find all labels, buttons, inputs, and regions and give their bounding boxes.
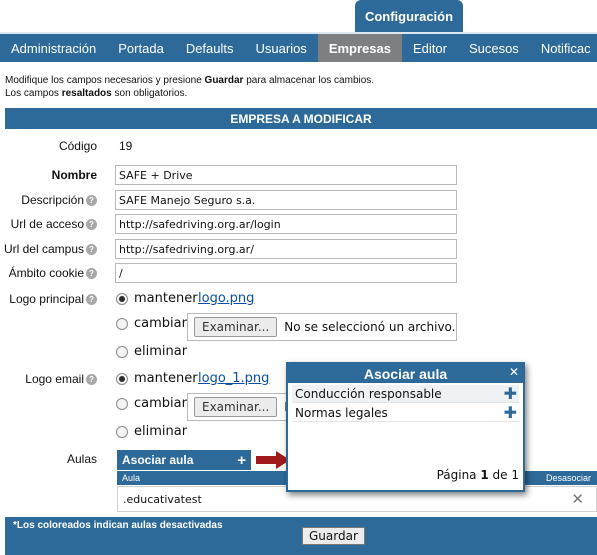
popup-item-label: Conducción responsable <box>295 386 442 401</box>
nav-item-administracion[interactable]: Administración <box>0 34 107 62</box>
logo-principal-row: Logo principal? mantener logo.png <box>0 288 597 310</box>
url-acceso-label: Url de acceso <box>10 217 84 231</box>
nombre-row: Nombre <box>0 164 597 186</box>
logo-email-cambiar-radio[interactable] <box>116 398 128 410</box>
cambiar-label: cambiar <box>134 396 187 411</box>
url-campus-label: Url del campus <box>3 242 84 256</box>
help-icon[interactable]: ? <box>86 194 97 206</box>
arrow-icon <box>256 451 290 469</box>
logo-principal-eliminar-row: eliminar <box>0 341 597 363</box>
remove-icon[interactable]: ✕ <box>571 490 584 508</box>
logo-principal-label: Logo principal <box>9 292 84 306</box>
section-title: EMPRESA A MODIFICAR <box>5 108 597 129</box>
help-icon[interactable]: ? <box>86 218 97 230</box>
asociar-aula-button[interactable]: Asociar aula + <box>117 450 251 470</box>
nombre-input[interactable] <box>115 165 457 185</box>
configuracion-tab[interactable]: Configuración <box>355 0 463 32</box>
mantener-label: mantener <box>134 291 198 306</box>
instructions-bold: resaltados <box>61 88 112 99</box>
asociar-aula-popup: Asociar aula ✕ Conducción responsable ✚ … <box>286 362 525 492</box>
logo-email-mantener-radio[interactable] <box>116 373 128 385</box>
pager-total: 1 <box>511 468 519 482</box>
cambiar-label: cambiar <box>134 316 187 331</box>
add-icon[interactable]: ✚ <box>504 384 519 403</box>
popup-list-item[interactable]: Conducción responsable ✚ <box>292 384 519 403</box>
nombre-label: Nombre <box>51 168 97 182</box>
examinar-button[interactable]: Examinar... <box>194 317 278 337</box>
mantener-label: mantener <box>134 371 198 386</box>
descripcion-input[interactable] <box>115 190 457 210</box>
url-acceso-row: Url de acceso? <box>0 213 597 235</box>
logo-email-eliminar-radio[interactable] <box>116 426 128 438</box>
ambito-label-wrap: Ámbito cookie? <box>9 266 97 280</box>
pager-prefix: Página <box>436 468 481 482</box>
plus-icon: + <box>237 451 246 469</box>
no-file-text: No se seleccionó un archivo. <box>284 320 456 334</box>
instructions-bold: Guardar <box>204 75 244 86</box>
logo-principal-file-link[interactable]: logo.png <box>198 291 254 306</box>
url-campus-input[interactable] <box>115 239 457 259</box>
ambito-input[interactable] <box>115 263 457 283</box>
nav-item-portada[interactable]: Portada <box>107 34 175 62</box>
help-icon[interactable]: ? <box>86 293 97 305</box>
nav-item-usuarios[interactable]: Usuarios <box>245 34 318 62</box>
nav-item-sucesos[interactable]: Sucesos <box>458 34 530 62</box>
logo-email-label-wrap: Logo email? <box>25 372 97 386</box>
add-icon[interactable]: ✚ <box>504 403 519 422</box>
descripcion-label: Descripción <box>21 193 84 207</box>
footer-bar: *Los coloreados indican aulas desactivad… <box>5 517 597 555</box>
nav-item-editor[interactable]: Editor <box>402 34 458 62</box>
main-nav: Administración Portada Defaults Usuarios… <box>0 32 597 62</box>
codigo-row: Código 19 <box>0 135 597 157</box>
footer-note: *Los coloreados indican aulas desactivad… <box>13 520 223 531</box>
help-icon[interactable]: ? <box>86 243 97 255</box>
asociar-aula-label: Asociar aula <box>122 453 194 467</box>
url-acceso-label-wrap: Url de acceso? <box>11 217 97 231</box>
ambito-row: Ámbito cookie? <box>0 262 597 284</box>
ambito-label: Ámbito cookie <box>8 266 84 280</box>
instructions-text: Los campos <box>5 88 62 99</box>
close-icon[interactable]: ✕ <box>509 365 519 379</box>
descripcion-label-wrap: Descripción? <box>21 193 97 207</box>
instructions: Modifique los campos necesarios y presio… <box>5 74 374 100</box>
nav-item-empresas[interactable]: Empresas <box>317 34 402 62</box>
col-aula: Aula <box>122 473 141 483</box>
popup-pager: Página 1 de 1 <box>437 468 519 482</box>
eliminar-label: eliminar <box>134 344 188 359</box>
eliminar-label: eliminar <box>134 424 188 439</box>
popup-title: Asociar aula <box>288 364 523 383</box>
codigo-value: 19 <box>119 139 133 153</box>
instructions-text: Modifique los campos necesarios y presio… <box>5 75 205 86</box>
nav-item-notificaciones[interactable]: Notificac <box>530 34 597 62</box>
logo-principal-eliminar-radio[interactable] <box>116 346 128 358</box>
instructions-text: son obligatorios. <box>111 88 188 99</box>
help-icon[interactable]: ? <box>86 267 97 279</box>
aulas-label: Aulas <box>66 452 97 466</box>
popup-item-label: Normas legales <box>295 405 388 420</box>
instructions-text: para almacenar los cambios. <box>243 75 375 86</box>
pager-mid: de <box>488 468 512 482</box>
examinar-button[interactable]: Examinar... <box>194 397 278 417</box>
logo-email-file-link[interactable]: logo_1.png <box>198 371 269 386</box>
col-desasociar: Desasociar <box>545 473 591 483</box>
logo-principal-cambiar-radio[interactable] <box>116 318 128 330</box>
popup-list-item[interactable]: Normas legales ✚ <box>292 403 519 422</box>
url-acceso-input[interactable] <box>115 214 457 234</box>
url-campus-label-wrap: Url del campus? <box>4 242 97 256</box>
url-campus-row: Url del campus? <box>0 238 597 260</box>
pager-page: 1 <box>480 468 489 482</box>
nav-item-defaults[interactable]: Defaults <box>175 34 245 62</box>
logo-principal-mantener-radio[interactable] <box>116 293 128 305</box>
help-icon[interactable]: ? <box>86 373 97 385</box>
logo-principal-label-wrap: Logo principal? <box>9 292 97 306</box>
descripcion-row: Descripción? <box>0 189 597 211</box>
aula-name: .educativatest <box>123 493 202 506</box>
save-button[interactable]: Guardar <box>302 527 365 545</box>
codigo-label: Código <box>58 139 97 153</box>
logo-email-label: Logo email <box>25 372 84 386</box>
logo-principal-file-input[interactable]: Examinar... No se seleccionó un archivo. <box>187 313 457 341</box>
